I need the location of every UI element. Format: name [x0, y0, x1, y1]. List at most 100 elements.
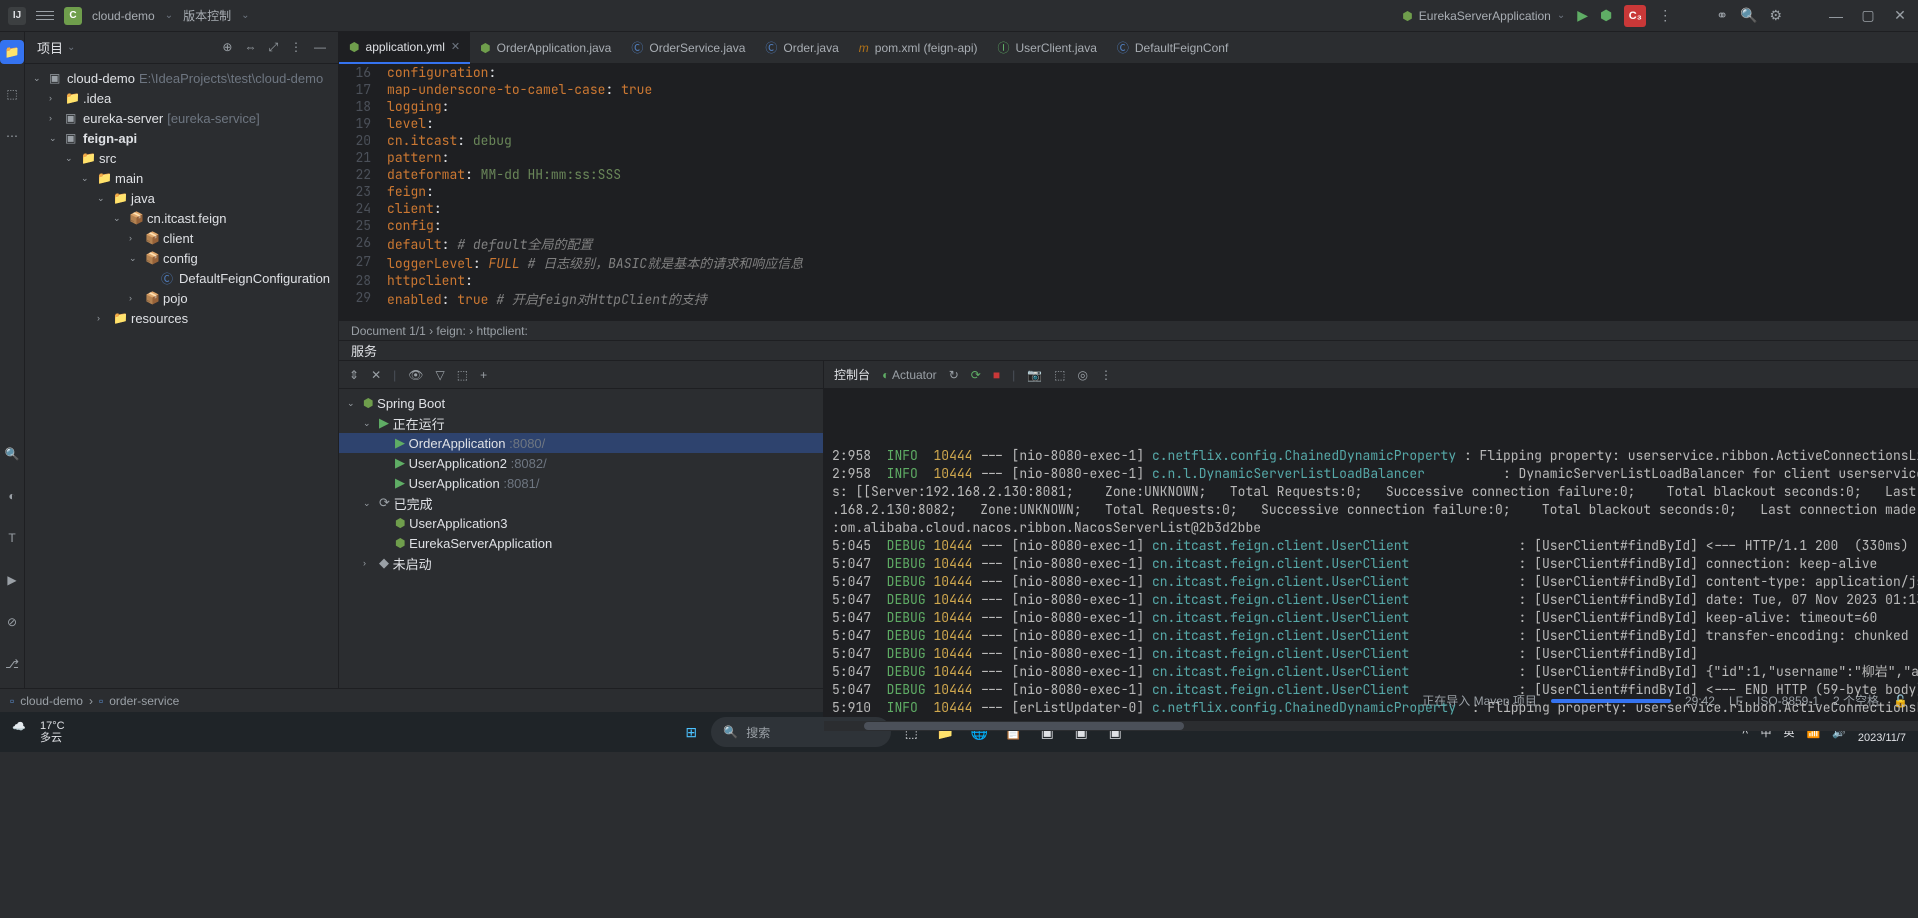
more-icon[interactable]: ⋮: [1100, 368, 1112, 382]
close-icon[interactable]: ✕: [371, 368, 381, 382]
main-menu-icon[interactable]: [36, 11, 54, 20]
editor-tabs: ⬢ application.yml ✕⬢ OrderApplication.ja…: [339, 32, 1918, 64]
tree-node-default-feign[interactable]: ⒸDefaultFeignConfiguration: [25, 268, 338, 288]
more-tool-button[interactable]: ⋯: [0, 124, 24, 148]
expand-icon[interactable]: ⇔: [244, 40, 256, 55]
title-bar: IJ C cloud-demo ⌄ 版本控制 ⌄ ⬢ EurekaServerA…: [0, 0, 1918, 32]
editor-tab[interactable]: ⬢ OrderApplication.java: [470, 32, 621, 64]
breadcrumb[interactable]: Document 1/1 › feign: › httpclient:: [339, 320, 1918, 340]
maximize-button[interactable]: ▢: [1858, 7, 1878, 24]
chevron-down-icon: ⌄: [1557, 10, 1565, 21]
eureka-app[interactable]: ⬢ EurekaServerApplication: [339, 533, 823, 553]
console: 控制台 ◐ Actuator ↻ ⟳ ■ | 📷 ⬚ ◎ ⋮ ↑: [824, 361, 1918, 731]
panel-title: 项目: [37, 38, 63, 57]
not-started-group[interactable]: ›◆ 未启动: [339, 553, 823, 573]
editor-tab[interactable]: Ⓘ UserClient.java: [987, 32, 1106, 64]
services-toolbar: ⇕ ✕ | 👁 ▽ ⬚ +: [339, 361, 823, 389]
start-button[interactable]: ⊞: [677, 718, 705, 746]
tree-node-pkg[interactable]: ⌄📦cn.itcast.feign: [25, 208, 338, 228]
editor-tab[interactable]: Ⓒ OrderService.java: [621, 32, 755, 64]
tree-node-feign[interactable]: ⌄▣feign-api: [25, 128, 338, 148]
running-group[interactable]: ⌄▶ 正在运行: [339, 413, 823, 433]
services-tool-button[interactable]: ◐: [0, 484, 24, 508]
structure-tool-button[interactable]: ⬚: [0, 82, 24, 106]
camera-icon[interactable]: 📷: [1027, 368, 1042, 382]
project-badge: C: [64, 7, 82, 25]
search-icon: 🔍: [723, 725, 738, 739]
tree-root[interactable]: ⌄▣ cloud-demo E:\IdeaProjects\test\cloud…: [25, 68, 338, 88]
console-output[interactable]: ↑ ↓ ↩ ⤓ 🖨 🗑 2:958 INFO 10444 --- [nio-80…: [824, 389, 1918, 721]
editor-tab[interactable]: Ⓒ Order.java: [755, 32, 848, 64]
hide-icon[interactable]: —: [314, 40, 326, 55]
weather-widget[interactable]: ☁️ 17°C多云: [12, 720, 65, 744]
layout-icon[interactable]: ◎: [1077, 368, 1087, 382]
more-icon[interactable]: ⋮: [290, 40, 302, 55]
problems-tool-button[interactable]: ⊘: [0, 610, 24, 634]
run-button[interactable]: ▶: [1577, 7, 1588, 24]
tree-node-pojo[interactable]: ›📦pojo: [25, 288, 338, 308]
left-tool-rail: 📁 ⬚ ⋯ 🔍 ◐ T ▶ ⊘ ⎇: [0, 32, 25, 688]
add-icon[interactable]: +: [480, 368, 487, 382]
restart-icon[interactable]: ⟳: [971, 368, 981, 382]
services-panel: 服务 ⇕ ✕ | 👁 ▽ ⬚ + ⌄⬢ Spring Boot ⌄▶: [339, 340, 1918, 688]
project-tree[interactable]: ⌄▣ cloud-demo E:\IdeaProjects\test\cloud…: [25, 64, 338, 688]
actuator-tab[interactable]: ◐ Actuator: [882, 368, 937, 382]
terminal-tool-button[interactable]: T: [0, 526, 24, 550]
order-app[interactable]: ▶ OrderApplication :8080/: [339, 433, 823, 453]
tree-node-config[interactable]: ⌄📦config: [25, 248, 338, 268]
expand-icon[interactable]: ⇕: [349, 368, 359, 382]
tree-node-idea[interactable]: ›📁.idea: [25, 88, 338, 108]
minimize-button[interactable]: —: [1826, 8, 1846, 24]
code-with-me-icon[interactable]: ⚭: [1716, 7, 1728, 24]
export-icon[interactable]: ⬚: [1054, 368, 1065, 382]
user-app-3[interactable]: ⬢ UserApplication3: [339, 513, 823, 533]
editor-tab[interactable]: m pom.xml (feign-api): [849, 32, 988, 64]
done-group[interactable]: ⌄⟳ 已完成: [339, 493, 823, 513]
close-button[interactable]: ✕: [1890, 7, 1910, 24]
status-nav-1[interactable]: cloud-demo: [20, 694, 83, 708]
more-icon[interactable]: ⋮: [1658, 7, 1672, 24]
view-icon[interactable]: 👁: [408, 368, 423, 382]
run-config-label: EurekaServerApplication: [1419, 9, 1551, 23]
chevron-down-icon[interactable]: ⌄: [165, 10, 173, 21]
tree-node-client[interactable]: ›📦client: [25, 228, 338, 248]
editor: ⬢ application.yml ✕⬢ OrderApplication.ja…: [339, 32, 1918, 688]
project-tool-button[interactable]: 📁: [0, 40, 24, 64]
settings-icon[interactable]: ⚙: [1769, 7, 1782, 24]
group-icon[interactable]: ⬚: [457, 368, 468, 382]
tree-node-resources[interactable]: ›📁resources: [25, 308, 338, 328]
search-icon[interactable]: 🔍: [1740, 7, 1757, 24]
rerun-icon[interactable]: ↻: [949, 368, 959, 382]
collapse-icon[interactable]: ⤢: [268, 40, 278, 55]
tree-node-eureka[interactable]: ›▣eureka-server[eureka-service]: [25, 108, 338, 128]
tree-node-main[interactable]: ⌄📁main: [25, 168, 338, 188]
run-config-selector[interactable]: ⬢ EurekaServerApplication ⌄: [1402, 9, 1565, 23]
run-tool-button[interactable]: ▶: [0, 568, 24, 592]
editor-tab[interactable]: Ⓒ DefaultFeignConf: [1107, 32, 1238, 64]
user-app[interactable]: ▶ UserApplication :8081/: [339, 473, 823, 493]
horizontal-scrollbar[interactable]: [824, 721, 1918, 731]
chevron-down-icon[interactable]: ⌄: [241, 10, 249, 21]
services-title: 服务: [351, 341, 377, 360]
ide-logo: IJ: [8, 7, 26, 25]
stop-badge[interactable]: C₃: [1624, 5, 1646, 27]
locate-icon[interactable]: ⊕: [222, 40, 232, 55]
stop-icon[interactable]: ■: [993, 368, 1000, 382]
tree-node-java[interactable]: ⌄📁java: [25, 188, 338, 208]
chevron-down-icon[interactable]: ⌄: [67, 42, 75, 53]
user-app-2[interactable]: ▶ UserApplication2 :8082/: [339, 453, 823, 473]
debug-button[interactable]: ⬢: [1600, 7, 1612, 24]
vcs-menu[interactable]: 版本控制: [183, 7, 231, 24]
spring-icon: ⬢: [1402, 9, 1412, 23]
code-editor[interactable]: ▲ 8 ✓ 4 ˄ ˅ 16 configuration:17 map-unde…: [339, 64, 1918, 320]
search-tool-button[interactable]: 🔍: [0, 442, 24, 466]
console-tab[interactable]: 控制台: [834, 366, 870, 383]
project-name[interactable]: cloud-demo: [92, 9, 155, 23]
status-nav-2[interactable]: order-service: [109, 694, 179, 708]
vcs-tool-button[interactable]: ⎇: [0, 652, 24, 676]
filter-icon[interactable]: ▽: [436, 368, 445, 382]
services-list[interactable]: ⌄⬢ Spring Boot ⌄▶ 正在运行 ▶ OrderApplicatio…: [339, 389, 823, 731]
spring-boot-group[interactable]: ⌄⬢ Spring Boot: [339, 393, 823, 413]
tree-node-src[interactable]: ⌄📁src: [25, 148, 338, 168]
editor-tab[interactable]: ⬢ application.yml ✕: [339, 32, 470, 64]
